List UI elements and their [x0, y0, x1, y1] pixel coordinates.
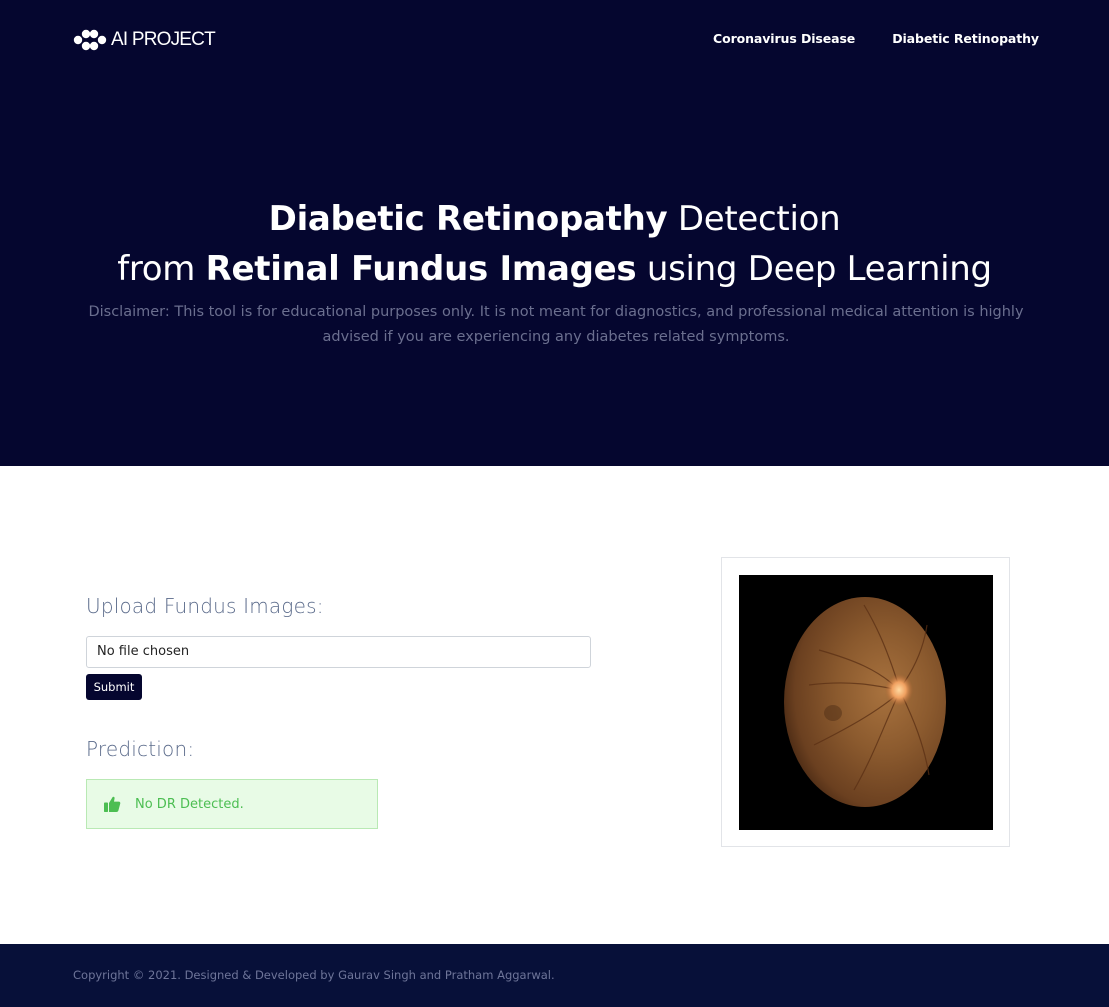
uploaded-image-card [721, 557, 1010, 847]
prediction-result-alert: No DR Detected. [86, 779, 378, 829]
upload-heading: Upload Fundus Images: [86, 594, 324, 618]
retinal-fundus-image [739, 575, 993, 830]
submit-button[interactable]: Submit [86, 674, 142, 700]
hero-section: AI PROJECT Coronavirus Disease Diabetic … [0, 0, 1109, 466]
nav-link-diabetic-retinopathy[interactable]: Diabetic Retinopathy [892, 30, 1039, 48]
file-input[interactable]: No file chosen [86, 636, 591, 668]
footer: Copyright © 2021. Designed & Developed b… [0, 944, 1109, 1007]
title-pre-2: from [117, 249, 206, 289]
logo-text: AI PROJECT [111, 29, 216, 50]
thumbs-up-icon [104, 796, 121, 812]
prediction-result-text: No DR Detected. [135, 796, 244, 812]
title-bold-1: Diabetic Retinopathy [268, 199, 668, 239]
title-post-2: using Deep Learning [636, 249, 992, 289]
logo[interactable]: AI PROJECT [73, 28, 216, 52]
title-bold-2: Retinal Fundus Images [205, 249, 637, 289]
nav-link-coronavirus[interactable]: Coronavirus Disease [713, 30, 855, 48]
disclaimer-text: Disclaimer: This tool is for educational… [88, 304, 1024, 345]
title-rest-1: Detection [667, 199, 841, 239]
molecule-logo-icon [73, 29, 107, 51]
file-status-text: No file chosen [97, 644, 190, 659]
main-nav: Coronavirus Disease Diabetic Retinopathy [713, 30, 1039, 48]
prediction-heading: Prediction: [86, 737, 195, 761]
copyright-text: Copyright © 2021. Designed & Developed b… [73, 968, 555, 982]
page-title-line-1: Diabetic Retinopathy Detection [0, 194, 1109, 244]
page-title-line-2: from Retinal Fundus Images using Deep Le… [0, 244, 1109, 294]
